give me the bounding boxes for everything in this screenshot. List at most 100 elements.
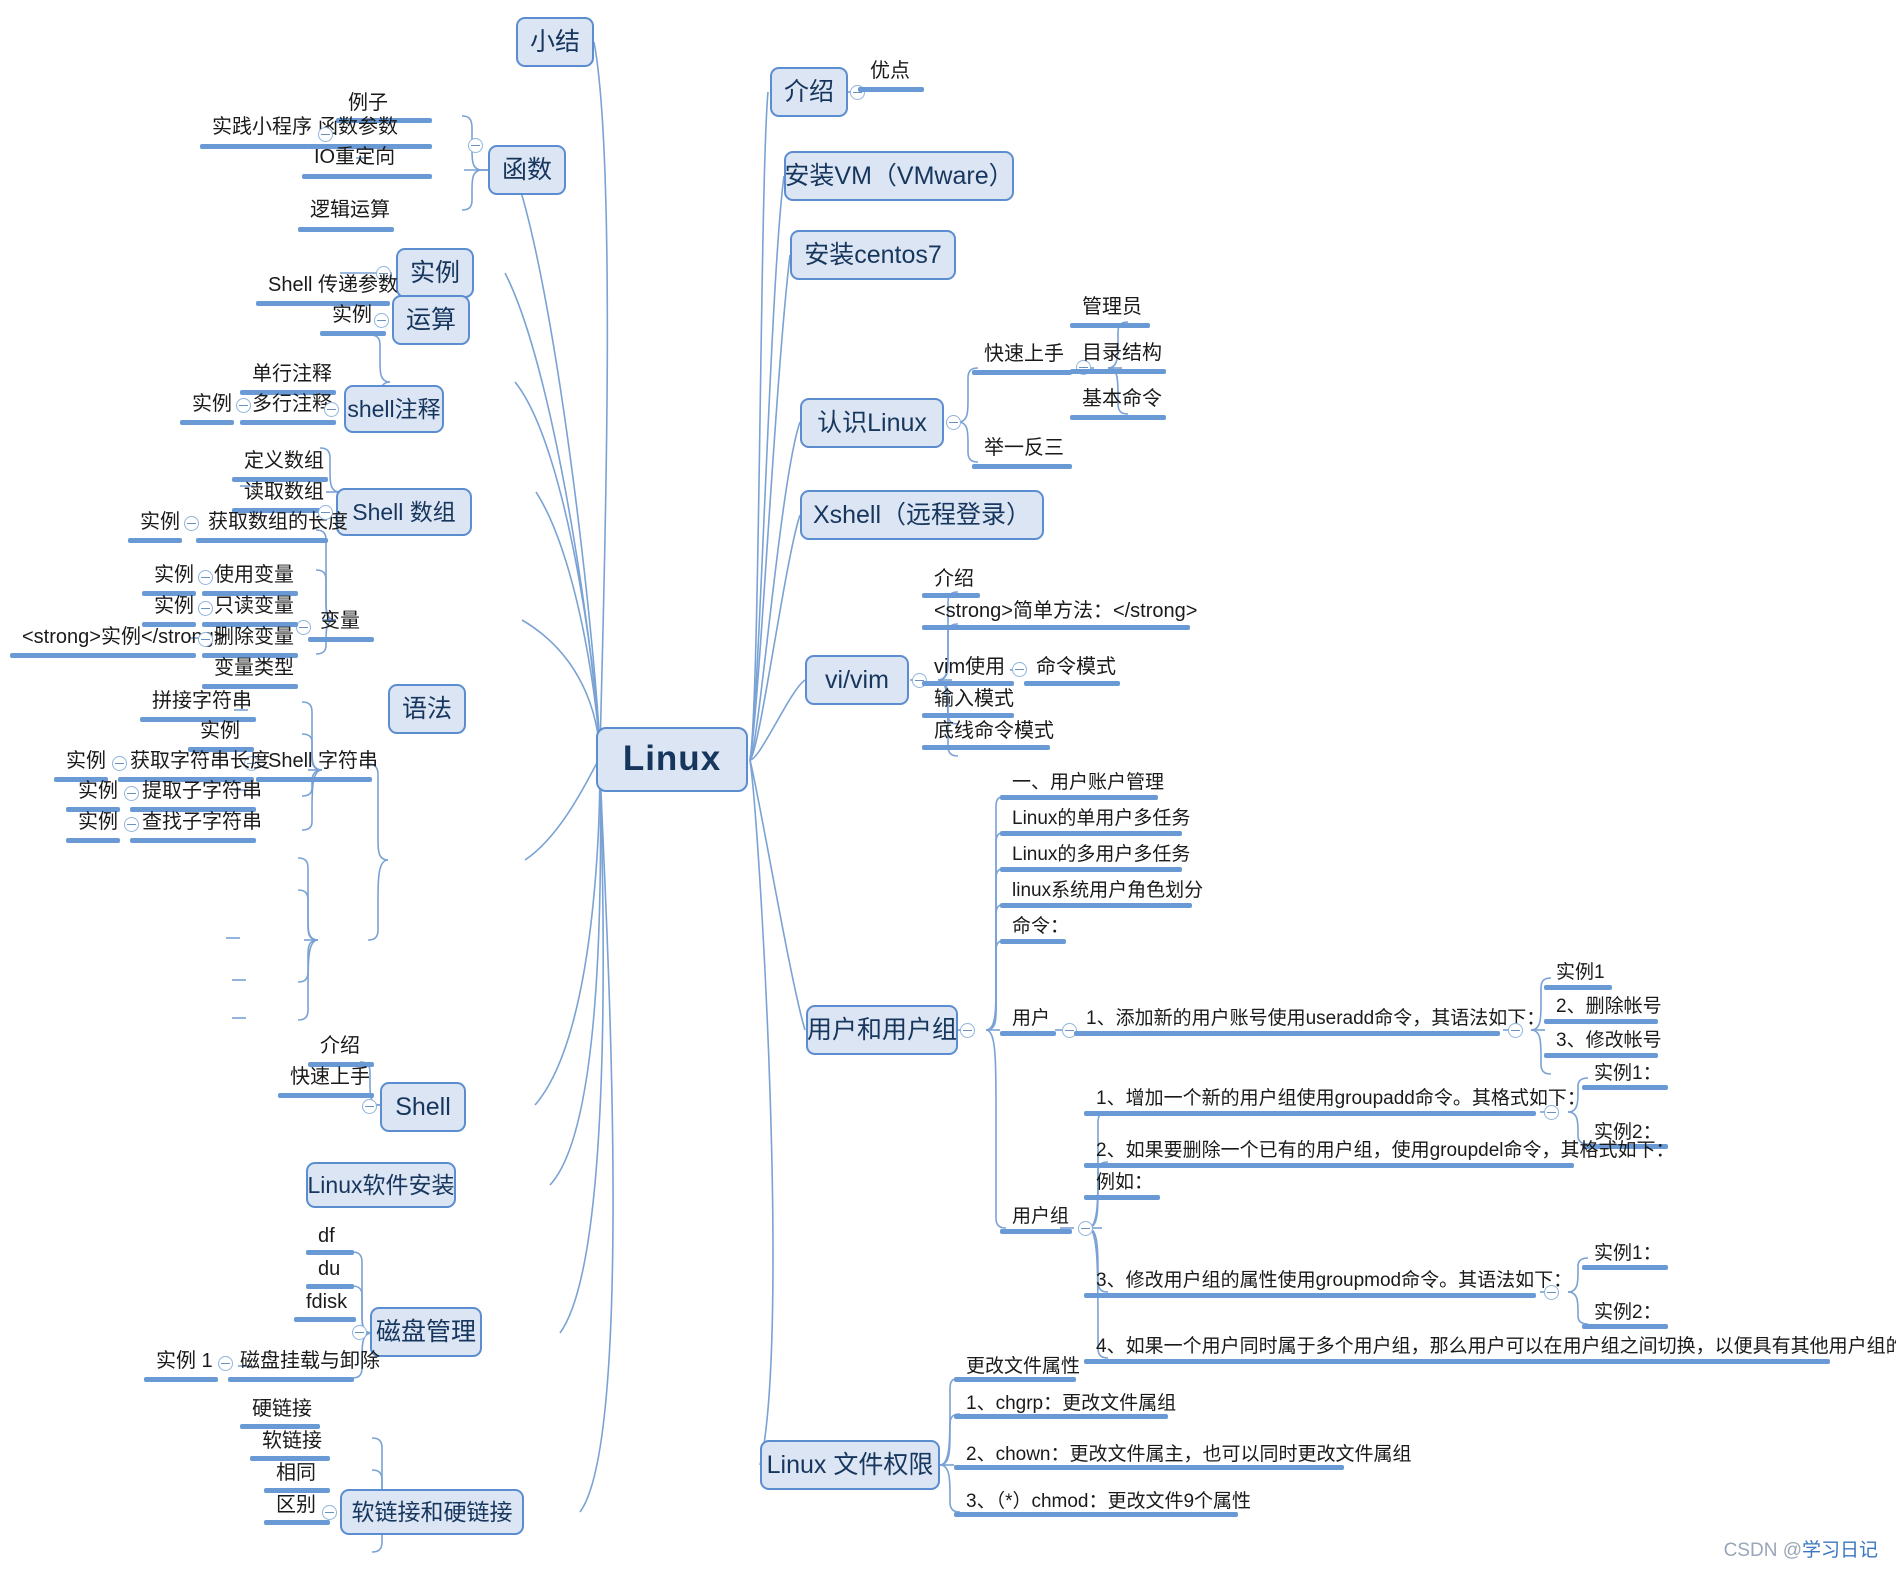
collapse-toggle[interactable] — [296, 620, 311, 635]
node-xshell[interactable]: Xshell（远程登录） — [800, 490, 1044, 540]
node-jiben-mingling[interactable]: 基本命令 — [1078, 388, 1166, 416]
node-yonghu-yonghuzu[interactable]: 用户和用户组 — [806, 1005, 958, 1055]
node-shell-zhushi[interactable]: shell注释 — [344, 385, 444, 433]
node-dingyi-shuzu[interactable]: 定义数组 — [240, 450, 328, 478]
node-renshi-kuaisushangshou[interactable]: 快速上手 — [980, 343, 1068, 371]
node-vim-jieshao[interactable]: 介绍 — [930, 568, 978, 596]
node-vi-vim[interactable]: vi/vim — [805, 655, 909, 705]
collapse-toggle[interactable] — [236, 398, 251, 413]
node-mulu-jiegou[interactable]: 目录结构 — [1078, 342, 1166, 370]
node-jiandan-fangfa[interactable]: <strong>简单方法：</strong> — [930, 600, 1201, 628]
collapse-toggle[interactable] — [1012, 662, 1027, 677]
node-zhidu-bianliang[interactable]: 只读变量 — [210, 595, 298, 623]
node-shili-yunsuan[interactable]: 实例 — [328, 304, 376, 332]
node-yunsuan[interactable]: 运算 — [392, 295, 470, 345]
collapse-toggle[interactable] — [322, 1505, 337, 1520]
node-shili-str[interactable]: 实例 — [196, 720, 244, 748]
node-duohang-zhushi[interactable]: 多行注释 — [248, 393, 336, 421]
collapse-toggle[interactable] — [352, 1325, 367, 1340]
collapse-toggle[interactable] — [198, 632, 213, 647]
node-linux-wenjian-quanxian[interactable]: Linux 文件权限 — [760, 1440, 940, 1490]
node-anzhuang-vm[interactable]: 安装VM（VMware） — [784, 151, 1014, 201]
collapse-toggle[interactable] — [124, 817, 139, 832]
collapse-toggle[interactable] — [198, 570, 213, 585]
node-vim-shiyong[interactable]: vim使用 — [930, 656, 1009, 684]
node-shuru-moshi[interactable]: 输入模式 — [930, 688, 1018, 716]
node-shell-chuandi-canshu[interactable]: Shell 传递参数 — [264, 274, 402, 302]
node-yufa[interactable]: 语法 — [388, 684, 466, 734]
node-shell[interactable]: Shell — [380, 1082, 466, 1132]
root-node[interactable]: Linux — [596, 727, 748, 792]
node-shili-use-var[interactable]: 实例 — [150, 564, 198, 592]
node-label: 磁盘挂载与卸除 — [240, 1350, 380, 1372]
node-pinjie-zifuchuan[interactable]: 拼接字符串 — [148, 690, 256, 718]
node-shili-findstr[interactable]: 实例 — [74, 811, 122, 839]
collapse-toggle[interactable] — [318, 127, 333, 142]
node-mingling-moshi[interactable]: 命令模式 — [1032, 656, 1120, 684]
node-ruanlianjie[interactable]: 软链接 — [258, 1430, 326, 1458]
node-shell-zifuchuan[interactable]: Shell 字符串 — [264, 750, 382, 778]
node-juyifansan[interactable]: 举一反三 — [980, 437, 1068, 465]
underline — [1582, 1265, 1668, 1270]
node-du[interactable]: du — [314, 1258, 344, 1286]
underline — [1544, 985, 1612, 990]
collapse-toggle[interactable] — [1508, 1023, 1523, 1038]
node-shili-logic[interactable]: 实例 — [396, 248, 474, 298]
node-io-redirect[interactable]: IO重定向 — [310, 146, 399, 174]
node-jieshao[interactable]: 介绍 — [770, 67, 848, 117]
node-luojiyunsuan[interactable]: 逻辑运算 — [306, 199, 394, 227]
collapse-toggle[interactable] — [324, 402, 339, 417]
collapse-toggle[interactable] — [112, 756, 127, 771]
collapse-toggle[interactable] — [946, 415, 961, 430]
collapse-toggle[interactable] — [1544, 1105, 1559, 1120]
node-shell-kuaisushangshou[interactable]: 快速上手 — [286, 1066, 374, 1094]
collapse-toggle[interactable] — [184, 516, 199, 531]
node-linux-ruanjian-anzhuang[interactable]: Linux软件安装 — [306, 1162, 456, 1208]
node-shili-readonly-var[interactable]: 实例 — [150, 595, 198, 623]
node-bianliang[interactable]: 变量 — [316, 610, 364, 638]
node-huoqu-str-len[interactable]: 获取字符串长度 — [126, 750, 274, 778]
node-renshi-linux[interactable]: 认识Linux — [800, 398, 944, 448]
node-shiyong-bianliang[interactable]: 使用变量 — [210, 564, 298, 592]
node-dixian-mingling-moshi[interactable]: 底线命令模式 — [930, 720, 1058, 748]
node-qubie[interactable]: 区别 — [272, 1494, 320, 1522]
collapse-toggle[interactable] — [318, 505, 333, 520]
collapse-toggle[interactable] — [468, 138, 483, 153]
node-fdisk[interactable]: fdisk — [302, 1291, 351, 1319]
node-shell-jieshao[interactable]: 介绍 — [316, 1035, 364, 1063]
node-duqu-shuzu[interactable]: 读取数组 — [240, 481, 328, 509]
node-df[interactable]: df — [314, 1225, 339, 1253]
node-danhang-zhushi[interactable]: 单行注释 — [248, 363, 336, 391]
collapse-toggle[interactable] — [1544, 1285, 1559, 1300]
underline — [294, 1317, 356, 1322]
node-cipan-guazai[interactable]: 磁盘挂载与卸除 — [236, 1350, 384, 1378]
node-tiqu-zi-zifuchuan[interactable]: 提取子字符串 — [138, 780, 266, 808]
collapse-toggle[interactable] — [198, 601, 213, 616]
collapse-toggle[interactable] — [960, 1023, 975, 1038]
node-ruanlianjie-yinglianjie[interactable]: 软链接和硬链接 — [340, 1489, 524, 1535]
node-chazhao-zi-zifuchuan[interactable]: 查找子字符串 — [138, 811, 266, 839]
underline — [1084, 1163, 1574, 1168]
node-anzhuang-centos7[interactable]: 安装centos7 — [790, 230, 956, 280]
node-cipan-guanli[interactable]: 磁盘管理 — [370, 1307, 482, 1357]
node-shili-1-guazai[interactable]: 实例 1 — [152, 1350, 217, 1378]
node-xiangtong[interactable]: 相同 — [272, 1462, 320, 1490]
node-bianliang-leixing[interactable]: 变量类型 — [210, 657, 298, 685]
node-youdian[interactable]: 优点 — [866, 60, 914, 88]
node-hanshu[interactable]: 函数 — [488, 145, 566, 195]
node-shell-shuzu[interactable]: Shell 数组 — [336, 488, 472, 536]
node-shijianxiaochengxu[interactable]: 实践小程序 — [208, 116, 316, 144]
collapse-toggle[interactable] — [362, 1099, 377, 1114]
node-shili-substr[interactable]: 实例 — [74, 780, 122, 808]
node-shili-shuzu[interactable]: 实例 — [136, 511, 184, 539]
node-xiaojie[interactable]: 小结 — [516, 17, 594, 67]
collapse-toggle[interactable] — [1078, 1221, 1093, 1236]
collapse-toggle[interactable] — [218, 1356, 233, 1371]
collapse-toggle[interactable] — [124, 786, 139, 801]
node-shili-zhushi[interactable]: 实例 — [188, 393, 236, 421]
collapse-toggle[interactable] — [374, 313, 389, 328]
node-yinglianjie[interactable]: 硬链接 — [248, 1398, 316, 1426]
node-shili-strlen[interactable]: 实例 — [62, 750, 110, 778]
node-guanliyuan[interactable]: 管理员 — [1078, 296, 1146, 324]
node-label: 逻辑运算 — [310, 199, 390, 221]
